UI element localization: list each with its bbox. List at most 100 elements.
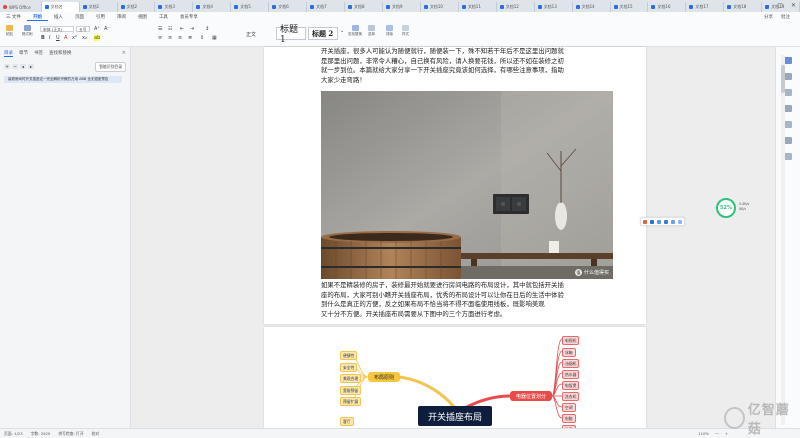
mindmap-leaf[interactable]: 安全性	[340, 363, 358, 372]
smart-toc-button[interactable]: 智能识别目录	[95, 62, 126, 72]
document-tab[interactable]: 文档14	[573, 2, 611, 12]
borders-icon[interactable]: ▦	[212, 35, 217, 41]
subscript-icon[interactable]: x₂	[82, 35, 87, 41]
font-color-icon[interactable]: A	[64, 35, 67, 41]
underline-icon[interactable]: U	[56, 35, 60, 41]
status-words[interactable]: 字数: 2920	[31, 431, 51, 437]
mindmap-leaf[interactable]: 冰箱	[562, 348, 576, 357]
justify-icon[interactable]: ≣	[188, 35, 192, 41]
mindmap-leaf[interactable]: 空调	[562, 403, 576, 412]
tab-bookmarks[interactable]: 书签	[34, 50, 43, 57]
mindmap-leaf[interactable]: 电视机	[562, 336, 580, 345]
tab-toc[interactable]: 目录	[4, 50, 13, 57]
skin-icon[interactable]	[678, 219, 682, 224]
style-heading1-box[interactable]: 标题 1	[276, 25, 306, 45]
paragraph-1[interactable]: 开关插座，很多人可能认为随便就行，随便装一下，殊不知若干年后不是这里出问题就 是…	[321, 47, 564, 85]
paragraph-2[interactable]: 如果不是精装修的房子，装修最开始就要进行房间电路的布局设计，其中就包括开关插 座…	[321, 281, 564, 319]
translate-icon[interactable]	[650, 219, 654, 224]
menu-page[interactable]: 页面	[69, 14, 90, 20]
indent-increase-icon[interactable]: ⇥	[190, 26, 194, 32]
mindmap-leaf[interactable]: 电饭煲	[562, 381, 580, 390]
align-left-icon[interactable]: ≡	[158, 35, 162, 41]
status-proofread[interactable]: 校对	[92, 431, 100, 437]
share-button[interactable]: 分享	[764, 14, 773, 20]
menu-tools[interactable]: 工具	[153, 14, 174, 20]
style-heading2-box[interactable]: 标题 2	[308, 27, 338, 40]
zoom-level[interactable]: 110%	[698, 431, 709, 437]
promote-icon[interactable]: ◂	[20, 64, 26, 69]
document-tab[interactable]: 文档17	[686, 2, 725, 12]
layout-button[interactable]: 排版	[386, 25, 393, 37]
mindmap-leaf[interactable]: 电脑	[562, 414, 576, 423]
minimize-icon[interactable]: –	[766, 2, 769, 9]
tab-chapters[interactable]: 章节	[19, 50, 28, 57]
mindmap-branch-appliances[interactable]: 电器位置划分	[510, 391, 552, 401]
mindmap-leaf[interactable]: 美观合理	[340, 374, 362, 383]
document-tab[interactable]: 文档16	[648, 2, 687, 12]
document-tab[interactable]: 文档8	[345, 2, 383, 12]
align-center-icon[interactable]: ≡	[168, 35, 172, 41]
document-tab[interactable]: 文档5	[231, 2, 270, 12]
collapse-all-icon[interactable]: −	[12, 64, 18, 69]
mindmap-leaf[interactable]: 油烟机	[562, 359, 580, 368]
emoji-icon[interactable]	[657, 219, 661, 224]
font-size-select[interactable]: 五号	[76, 26, 90, 32]
indent-decrease-icon[interactable]: ⇤	[180, 26, 184, 32]
line-spacing-icon[interactable]: ⇕	[200, 35, 204, 41]
document-tab[interactable]: 文档15	[611, 2, 649, 12]
document-tab[interactable]: 文档12	[497, 2, 535, 12]
zoom-out-button[interactable]: 一	[715, 431, 719, 437]
bullets-icon[interactable]: ☰	[158, 26, 162, 32]
menu-reference[interactable]: 引用	[90, 14, 111, 20]
network-speed-widget[interactable]: 52%	[716, 198, 736, 218]
mindmap-leaf[interactable]: 客厅	[340, 417, 354, 426]
document-tab[interactable]: 文档4	[193, 2, 232, 12]
font-name-select[interactable]: 宋体 (正文)	[40, 26, 74, 32]
style-body-box[interactable]: 正文	[246, 31, 256, 38]
italic-icon[interactable]: I	[49, 35, 50, 41]
menu-view[interactable]: 视图	[132, 14, 153, 20]
mindmap-branch-principles[interactable]: 布局原则	[368, 372, 400, 382]
vertical-scrollbar[interactable]	[781, 55, 785, 425]
status-page[interactable]: 页面: 1/23	[4, 431, 23, 437]
close-panel-icon[interactable]: ×	[122, 50, 126, 56]
mic-icon[interactable]	[664, 219, 668, 224]
numbering-icon[interactable]: ☷	[168, 26, 172, 32]
document-tab[interactable]: 文档3	[155, 2, 194, 12]
status-spellcheck[interactable]: 拼写检查: 打开	[58, 431, 83, 437]
wps-logo-icon[interactable]	[643, 219, 647, 224]
format-painter-button[interactable]: 格式刷	[22, 25, 33, 37]
mindmap-center-node[interactable]: 开关插座布局	[418, 406, 492, 426]
toc-item[interactable]: 装修房间时开关插座这一完全解析宗教的万用 ABB 全无插座预告	[4, 76, 122, 83]
expand-all-icon[interactable]: +	[4, 64, 10, 69]
demote-icon[interactable]: ▸	[28, 64, 34, 69]
style-more-icon[interactable]: ⌄	[340, 28, 344, 34]
grow-font-icon[interactable]: A⁺	[94, 26, 100, 32]
style-set-button[interactable]: 样式	[402, 25, 409, 37]
tab-find-replace[interactable]: 查找和替换	[49, 50, 72, 57]
superscript-icon[interactable]: x²	[72, 35, 77, 41]
shrink-font-icon[interactable]: A⁻	[104, 26, 110, 32]
hand-icon[interactable]	[671, 219, 675, 224]
scrollbar-thumb[interactable]	[781, 65, 785, 93]
mindmap-leaf[interactable]: 洗衣机	[562, 392, 580, 401]
mindmap-leaf[interactable]: 宽裕预留	[340, 386, 362, 395]
document-tab[interactable]: 文档9	[383, 2, 421, 12]
menu-insert[interactable]: 插入	[48, 14, 69, 20]
mindmap-leaf[interactable]: 便捷性	[340, 351, 358, 360]
document-tab[interactable]: 文档11	[459, 2, 497, 12]
sort-icon[interactable]: ↕	[205, 26, 209, 32]
mindmap-leaf[interactable]: 预留扩展	[340, 397, 362, 406]
highlight-icon[interactable]: ab	[94, 35, 101, 41]
document-tab[interactable]: 文档1	[80, 2, 118, 12]
document-tab[interactable]: 文档13	[535, 2, 573, 12]
document-tab[interactable]: 文档10	[421, 2, 459, 12]
menu-member[interactable]: 会员专享	[174, 14, 204, 20]
room-photo[interactable]: 值 什么值得买	[321, 91, 613, 279]
tab-wps-home[interactable]: WPS Office	[0, 2, 42, 12]
align-right-icon[interactable]: ≡	[178, 35, 182, 41]
maximize-icon[interactable]: ▢	[777, 2, 783, 9]
close-icon[interactable]: ✕	[791, 2, 796, 9]
menu-start[interactable]: 开始	[26, 14, 48, 21]
file-menu[interactable]: 三 文件	[0, 14, 27, 20]
